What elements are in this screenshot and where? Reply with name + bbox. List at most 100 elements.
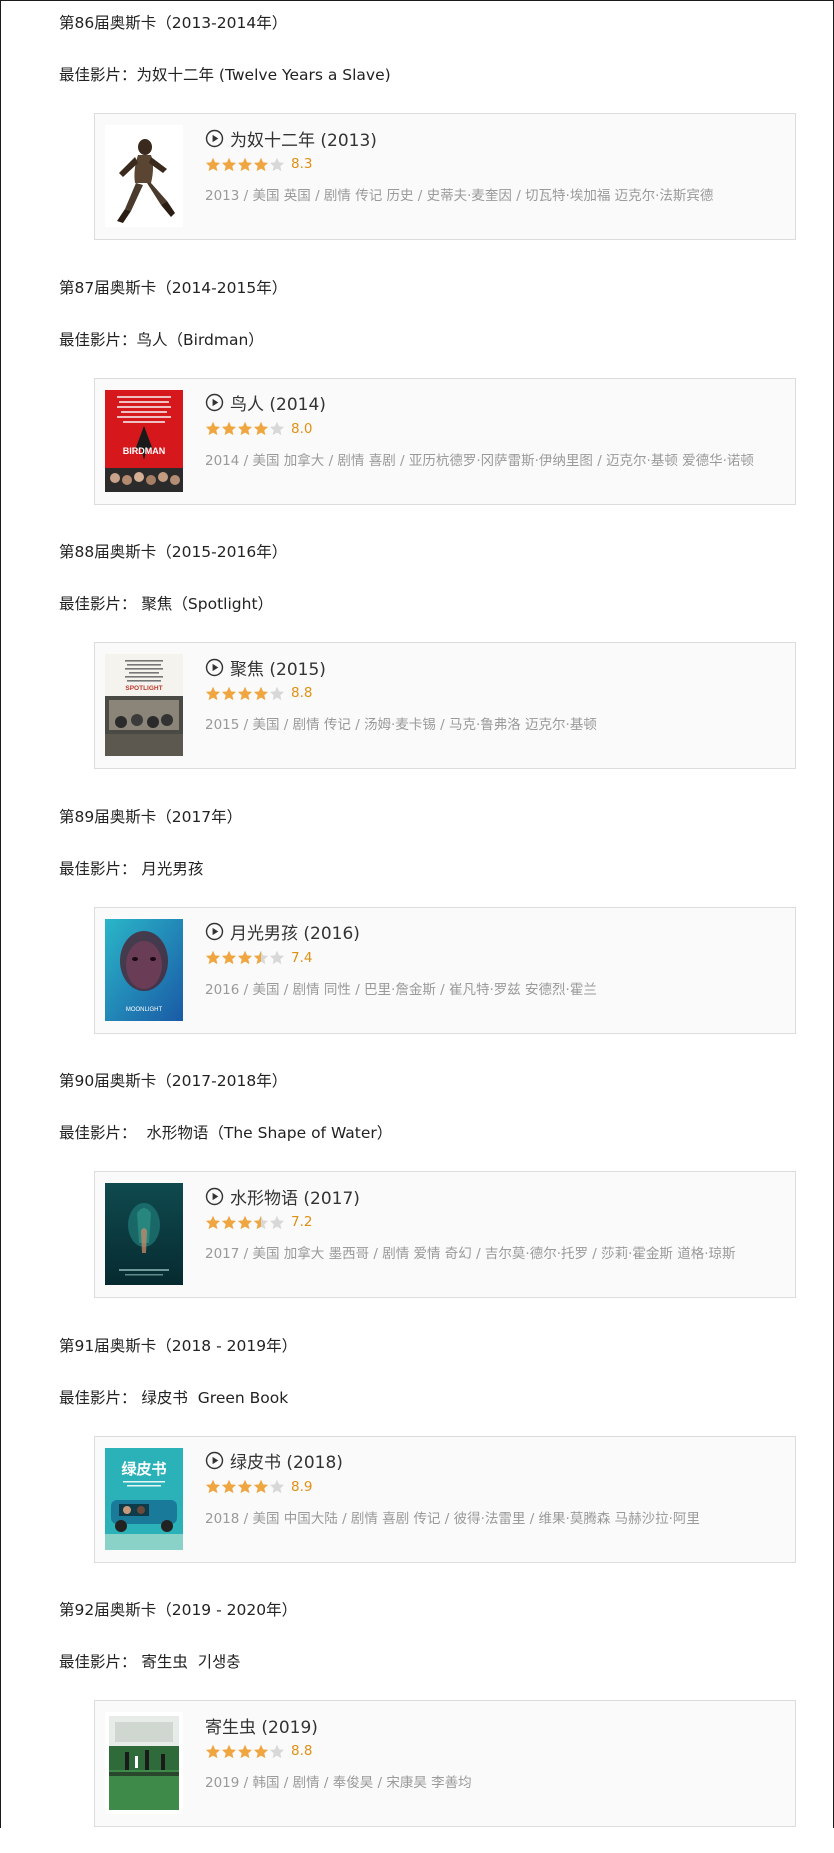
rating-score: 8.3 xyxy=(291,156,313,172)
movie-title[interactable]: 鸟人 (2014) xyxy=(230,390,326,415)
movie-title[interactable]: 为奴十二年 (2013) xyxy=(230,126,377,151)
birdman-poster[interactable]: BIRDMAN xyxy=(105,389,183,492)
oscar-section: 第92届奥斯卡（2019 - 2020年） 最佳影片： 寄生虫 기생충 寄生虫 … xyxy=(59,1588,799,1853)
award-title: 第89届奥斯卡（2017年） xyxy=(59,807,243,826)
star-full-icon xyxy=(205,686,221,701)
movie-info: 绿皮书 (2018) 8.9 2018 / 美国 中国大陆 / 剧情 喜剧 传记… xyxy=(205,1449,785,1527)
twelve-years-a-slave-poster[interactable] xyxy=(105,125,183,227)
rating-stars xyxy=(205,1215,285,1230)
play-icon[interactable] xyxy=(205,658,224,677)
movie-card[interactable]: SPOTLIGHT 聚焦 (2015) 8.8 2015 / 美国 / 剧情 传… xyxy=(94,642,796,769)
star-full-icon xyxy=(253,1744,269,1759)
star-empty-icon xyxy=(269,1744,285,1759)
star-full-icon xyxy=(205,1215,221,1230)
award-title: 第86届奥斯卡（2013-2014年） xyxy=(59,14,288,32)
movie-info: 聚焦 (2015) 8.8 2015 / 美国 / 剧情 传记 / 汤姆·麦卡锡… xyxy=(205,655,785,733)
best-film-line: 最佳影片：鸟人（Birdman） xyxy=(59,330,264,349)
oscar-section: 第86届奥斯卡（2013-2014年） 最佳影片：为奴十二年 (Twelve Y… xyxy=(59,1,799,266)
star-full-icon xyxy=(237,1744,253,1759)
star-full-icon xyxy=(221,950,237,965)
star-full-icon xyxy=(205,950,221,965)
star-full-icon xyxy=(221,1479,237,1494)
star-full-icon xyxy=(205,1744,221,1759)
movie-title[interactable]: 绿皮书 (2018) xyxy=(230,1448,343,1473)
svg-text:MOONLIGHT: MOONLIGHT xyxy=(126,1007,163,1013)
star-empty-icon xyxy=(269,686,285,701)
rating-stars xyxy=(205,1479,285,1494)
best-film-line: 最佳影片： 寄生虫 기생충 xyxy=(59,1653,241,1671)
rating-row: 7.2 xyxy=(205,1212,785,1232)
star-empty-icon xyxy=(269,1215,285,1230)
movie-title-row: 水形物语 (2017) xyxy=(205,1184,785,1209)
award-title: 第91届奥斯卡（2018 - 2019年） xyxy=(59,1336,298,1355)
spotlight-poster[interactable]: SPOTLIGHT xyxy=(105,654,183,756)
play-icon[interactable] xyxy=(205,129,224,148)
movie-card[interactable]: 水形物语 (2017) 7.2 2017 / 美国 加拿大 墨西哥 / 剧情 爱… xyxy=(94,1171,796,1298)
svg-text:BIRDMAN: BIRDMAN xyxy=(123,446,166,456)
movie-info: 为奴十二年 (2013) 8.3 2013 / 美国 英国 / 剧情 传记 历史… xyxy=(205,126,785,204)
movie-title-row: 月光男孩 (2016) xyxy=(205,920,785,944)
star-full-icon xyxy=(253,686,269,701)
oscar-section: 第90届奥斯卡（2017-2018年） 最佳影片： 水形物语（The Shape… xyxy=(59,1059,799,1324)
star-empty-icon xyxy=(269,421,285,436)
star-full-icon xyxy=(253,1479,269,1494)
star-full-icon xyxy=(221,157,237,172)
movie-card[interactable]: MOONLIGHT 月光男孩 (2016) 7.4 2016 / 美国 / 剧情… xyxy=(94,906,796,1034)
rating-stars xyxy=(205,1744,285,1759)
movie-card[interactable]: 寄生虫 (2019) 8.8 2019 / 韩国 / 剧情 / 奉俊昊 / 宋康… xyxy=(94,1700,796,1827)
svg-text:SPOTLIGHT: SPOTLIGHT xyxy=(125,685,162,692)
star-half-icon xyxy=(253,950,269,965)
star-full-icon xyxy=(205,157,221,172)
star-half-icon xyxy=(253,1215,269,1230)
play-icon[interactable] xyxy=(205,1451,224,1470)
oscar-section: 第87届奥斯卡（2014-2015年） 最佳影片：鸟人（Birdman） BIR… xyxy=(59,266,799,531)
best-film-line: 最佳影片：为奴十二年 (Twelve Years a Slave) xyxy=(59,66,391,84)
movie-title[interactable]: 聚焦 (2015) xyxy=(230,655,326,680)
movie-card[interactable]: 绿皮书 绿皮书 (2018) 8.9 2018 / 美国 中国大陆 / 剧情 喜… xyxy=(94,1435,796,1563)
play-icon[interactable] xyxy=(205,1187,224,1206)
star-full-icon xyxy=(237,1215,253,1230)
rating-score: 7.4 xyxy=(291,949,313,966)
star-full-icon xyxy=(205,1479,221,1494)
oscar-section: 第91届奥斯卡（2018 - 2019年） 最佳影片： 绿皮书 Green Bo… xyxy=(59,1324,799,1589)
movie-meta: 2016 / 美国 / 剧情 同性 / 巴里·詹金斯 / 崔凡特·罗兹 安德烈·… xyxy=(205,981,597,998)
rating-stars xyxy=(205,686,285,701)
star-full-icon xyxy=(237,950,253,965)
star-full-icon xyxy=(221,421,237,436)
rating-row: 8.8 xyxy=(205,683,785,703)
rating-stars xyxy=(205,157,285,172)
oscar-list: 第86届奥斯卡（2013-2014年） 最佳影片：为奴十二年 (Twelve Y… xyxy=(59,1,799,1853)
svg-text:绿皮书: 绿皮书 xyxy=(121,1460,166,1478)
movie-title[interactable]: 月光男孩 (2016) xyxy=(230,919,360,944)
star-full-icon xyxy=(237,686,253,701)
movie-card[interactable]: BIRDMAN 鸟人 (2014) 8.0 2014 / 美国 加拿大 / 剧情… xyxy=(94,377,796,505)
movie-title-row: 寄生虫 (2019) xyxy=(205,1713,785,1738)
star-full-icon xyxy=(237,157,253,172)
play-icon[interactable] xyxy=(205,922,224,941)
green-book-poster[interactable]: 绿皮书 xyxy=(105,1447,183,1550)
rating-score: 7.2 xyxy=(291,1214,313,1230)
movie-info: 寄生虫 (2019) 8.8 2019 / 韩国 / 剧情 / 奉俊昊 / 宋康… xyxy=(205,1713,785,1792)
rating-score: 8.8 xyxy=(291,685,313,701)
award-title: 第92届奥斯卡（2019 - 2020年） xyxy=(59,1601,298,1619)
movie-title[interactable]: 水形物语 (2017) xyxy=(230,1184,360,1209)
movie-title-row: 聚焦 (2015) xyxy=(205,655,785,680)
star-full-icon xyxy=(221,1215,237,1230)
oscar-section: 第88届奥斯卡（2015-2016年） 最佳影片： 聚焦（Spotlight） … xyxy=(59,530,799,795)
shape-of-water-poster[interactable] xyxy=(105,1183,183,1285)
moonlight-poster[interactable]: MOONLIGHT xyxy=(105,918,183,1021)
movie-meta: 2014 / 美国 加拿大 / 剧情 喜剧 / 亚历杭德罗·冈萨雷斯·伊纳里图 … xyxy=(205,452,754,469)
best-film-line: 最佳影片： 月光男孩 xyxy=(59,859,204,878)
movie-card[interactable]: 为奴十二年 (2013) 8.3 2013 / 美国 英国 / 剧情 传记 历史… xyxy=(94,113,796,240)
rating-stars xyxy=(205,421,285,436)
parasite-poster[interactable] xyxy=(105,1712,183,1814)
rating-row: 8.9 xyxy=(205,1477,785,1497)
oscar-section: 第89届奥斯卡（2017年） 最佳影片： 月光男孩 MOONLIGHT 月光男孩… xyxy=(59,795,799,1060)
star-empty-icon xyxy=(269,157,285,172)
play-icon[interactable] xyxy=(205,393,224,412)
movie-info: 鸟人 (2014) 8.0 2014 / 美国 加拿大 / 剧情 喜剧 / 亚历… xyxy=(205,391,785,469)
star-full-icon xyxy=(221,1744,237,1759)
rating-row: 7.4 xyxy=(205,948,785,968)
award-title: 第87届奥斯卡（2014-2015年） xyxy=(59,278,288,297)
movie-title[interactable]: 寄生虫 (2019) xyxy=(205,1713,318,1738)
